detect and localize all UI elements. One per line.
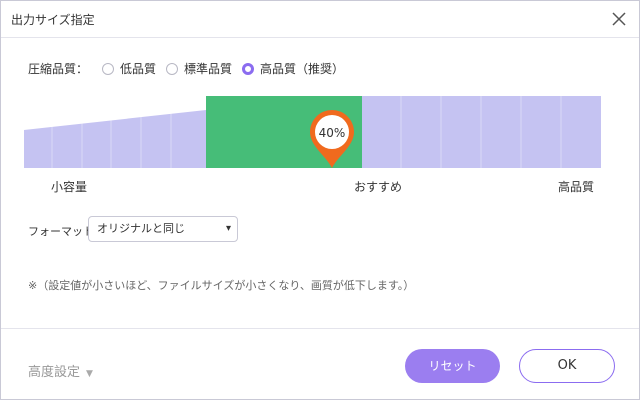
compression-quality-label: 圧縮品質： bbox=[28, 62, 89, 76]
compression-quality-row: 圧縮品質： 低品質 標準品質 高品質（推奨） bbox=[28, 60, 354, 77]
radio-high-quality-label: 高品質（推奨） bbox=[260, 62, 345, 76]
slider-label-high-quality: 高品質 bbox=[558, 180, 595, 194]
dialog-footer: 高度設定 ▼ リセット OK bbox=[1, 328, 639, 400]
reset-button[interactable]: リセット bbox=[405, 349, 500, 383]
radio-standard-quality[interactable]: 標準品質 bbox=[166, 60, 232, 77]
chevron-down-icon: ▾ bbox=[225, 223, 231, 234]
slider-track-left[interactable] bbox=[24, 110, 206, 168]
slider-label-small-size: 小容量 bbox=[51, 180, 88, 194]
radio-low-quality-label: 低品質 bbox=[120, 62, 157, 76]
quality-note: ※（設定値が小さいほど、ファイルサイズが小さくなり、画質が低下します。） bbox=[28, 279, 415, 292]
advanced-settings-toggle[interactable]: 高度設定 ▼ bbox=[28, 361, 93, 380]
size-quality-slider[interactable]: 40% bbox=[24, 96, 601, 168]
radio-high-quality-dot[interactable] bbox=[242, 62, 255, 75]
title-bar: 出力サイズ指定 bbox=[1, 1, 639, 38]
dialog-title: 出力サイズ指定 bbox=[11, 13, 95, 27]
radio-high-quality[interactable]: 高品質（推奨） bbox=[242, 60, 344, 77]
output-size-dialog: 出力サイズ指定 圧縮品質： 低品質 標準品質 高品質（推奨） 40% 小容量 お… bbox=[0, 0, 640, 400]
radio-standard-quality-dot[interactable] bbox=[166, 62, 179, 75]
slider-label-recommended: おすすめ bbox=[354, 180, 403, 194]
radio-low-quality-dot[interactable] bbox=[102, 62, 115, 75]
chevron-down-icon: ▼ bbox=[86, 369, 93, 379]
ok-button[interactable]: OK bbox=[519, 349, 615, 383]
radio-low-quality[interactable]: 低品質 bbox=[102, 60, 156, 77]
format-select[interactable]: オリジナルと同じ ▾ bbox=[88, 216, 238, 242]
radio-standard-quality-label: 標準品質 bbox=[184, 62, 233, 76]
format-select-value: オリジナルと同じ bbox=[97, 222, 185, 235]
advanced-settings-label: 高度設定 bbox=[28, 365, 81, 380]
slider-value-label: 40% bbox=[319, 126, 346, 140]
close-icon[interactable] bbox=[609, 9, 629, 29]
